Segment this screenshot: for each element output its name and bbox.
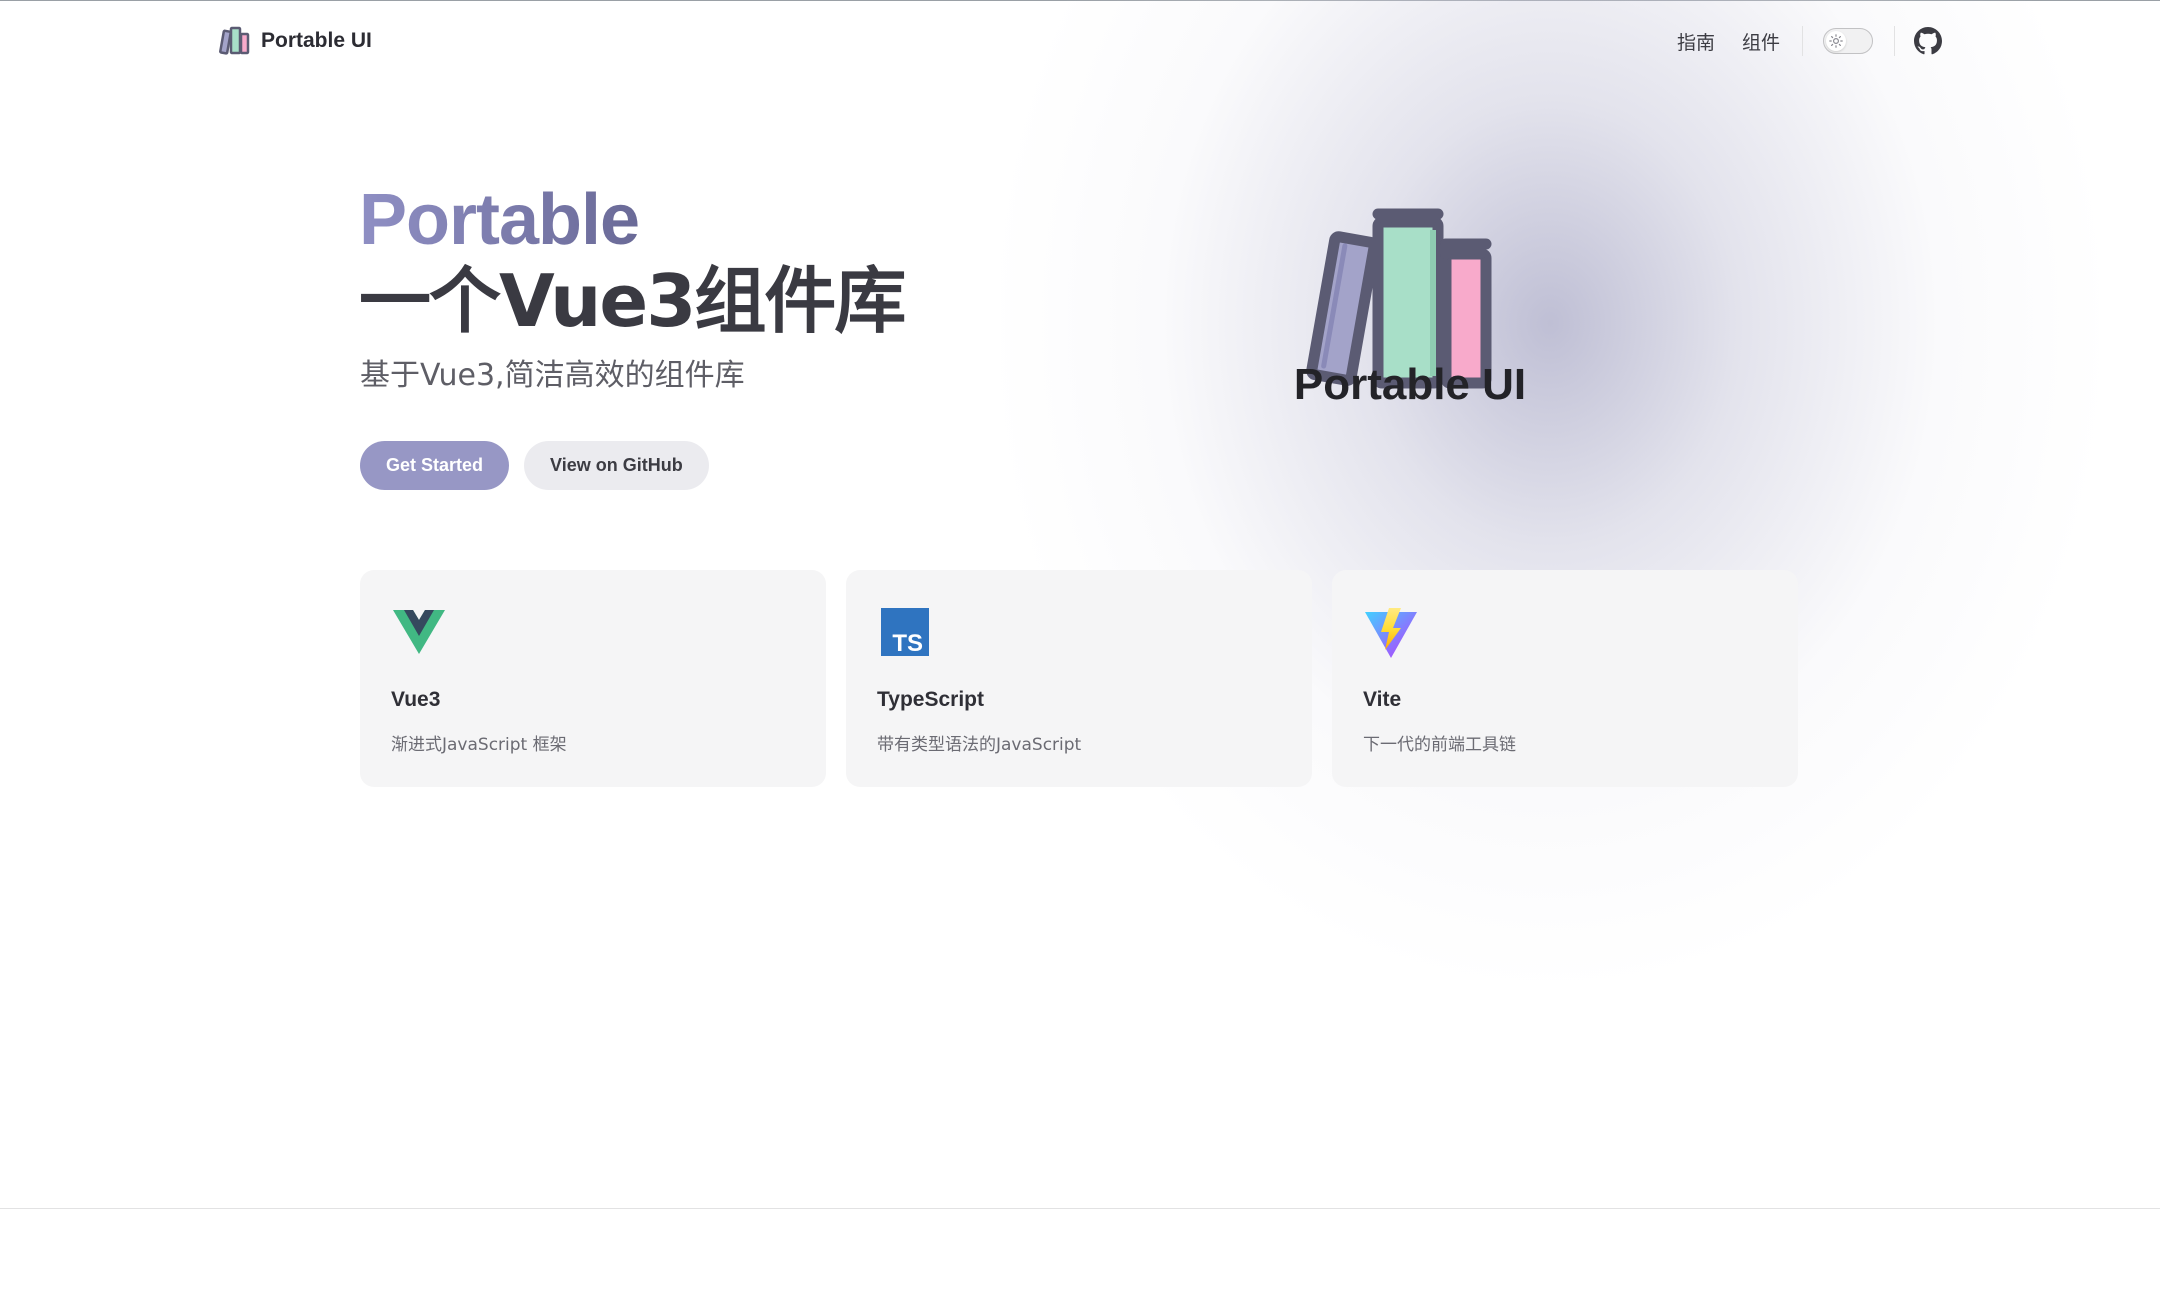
get-started-button[interactable]: Get Started	[360, 441, 510, 490]
github-icon	[1914, 27, 1942, 55]
feature-details: 带有类型语法的JavaScript	[877, 735, 1082, 755]
nav-brand-title: Portable UI	[261, 29, 372, 52]
nav-link-components[interactable]: 组件	[1742, 28, 1780, 55]
books-logo-icon	[219, 26, 250, 55]
feature-title: Vite	[1363, 688, 1402, 711]
github-link[interactable]	[1914, 27, 1942, 55]
nav-divider	[1894, 26, 1895, 56]
hero-image-title: Portable UI	[1293, 360, 1527, 409]
navbar: Portable UI 指南 组件	[0, 0, 2160, 82]
svg-text:TS: TS	[892, 630, 923, 657]
hero-text: 一个Vue3组件库	[359, 259, 906, 343]
features: Vue3 渐进式JavaScript 框架 TS TypeScript 带有类型…	[360, 570, 1798, 787]
typescript-logo-icon: TS	[881, 608, 929, 657]
hero-background-glow	[1000, 0, 2100, 980]
vue-logo-icon	[393, 610, 445, 654]
footer-divider	[0, 1208, 2160, 1209]
nav-link-guide[interactable]: 指南	[1677, 28, 1715, 55]
nav-divider	[1802, 26, 1803, 56]
feature-title: TypeScript	[877, 688, 984, 711]
hero-actions: Get Started View on GitHub	[360, 441, 709, 490]
feature-details: 下一代的前端工具链	[1363, 735, 1516, 755]
hero-tagline: 基于Vue3,简洁高效的组件库	[360, 358, 745, 393]
theme-toggle-knob	[1826, 31, 1846, 51]
nav-brand[interactable]: Portable UI	[219, 24, 372, 58]
hero-name: Portable	[359, 180, 640, 260]
vite-logo-icon	[1365, 608, 1417, 658]
feature-card-vite: Vite 下一代的前端工具链	[1332, 570, 1798, 787]
feature-card-vue3: Vue3 渐进式JavaScript 框架	[360, 570, 826, 787]
feature-details: 渐进式JavaScript 框架	[391, 735, 567, 755]
feature-title: Vue3	[391, 688, 441, 711]
theme-toggle[interactable]	[1823, 28, 1873, 54]
feature-card-typescript: TS TypeScript 带有类型语法的JavaScript	[846, 570, 1312, 787]
sun-icon	[1829, 34, 1843, 48]
view-on-github-button[interactable]: View on GitHub	[524, 441, 709, 490]
